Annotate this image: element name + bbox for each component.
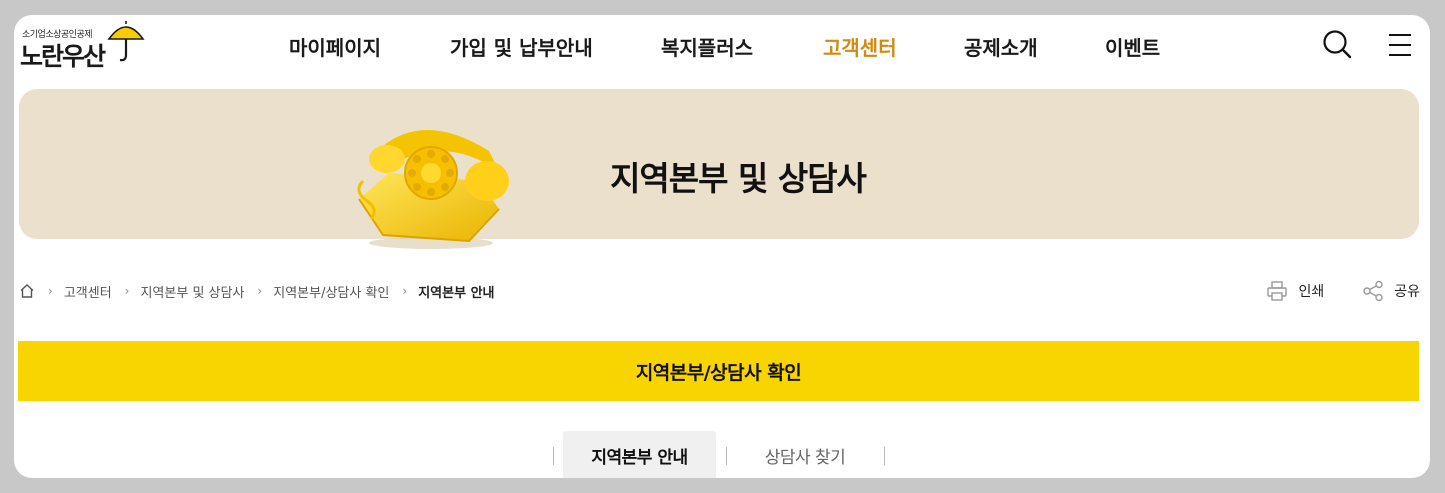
chevron-right-icon: ›: [402, 284, 408, 298]
section-title-bar: 지역본부/상담사 확인: [18, 341, 1419, 401]
chevron-right-icon: ›: [124, 284, 130, 298]
tab-regional-office[interactable]: 지역본부 안내: [563, 431, 716, 478]
nav-about[interactable]: 공제소개: [964, 32, 1038, 61]
browser-frame: 소기업소상공인공제 노란우산 마이페이지 가입 및 납부안내 복지플러스 고객센…: [14, 15, 1430, 478]
menu-button[interactable]: [1382, 27, 1418, 63]
home-icon[interactable]: [19, 283, 35, 299]
nav-customer-center[interactable]: 고객센터: [823, 32, 897, 61]
share-label: 공유: [1394, 284, 1420, 300]
tab-divider: [884, 447, 885, 465]
breadcrumb-current: 지역본부 안내: [418, 285, 495, 301]
nav-welfare-plus[interactable]: 복지플러스: [661, 32, 753, 61]
page-title: 지역본부 및 상담사: [610, 159, 867, 198]
nav-event[interactable]: 이벤트: [1105, 32, 1160, 61]
header-utility: [1320, 27, 1430, 63]
tab-list: 지역본부 안내 상담사 찾기: [553, 431, 885, 478]
logo-name: 노란우산: [20, 42, 106, 71]
share-button[interactable]: 공유: [1362, 280, 1420, 302]
logo[interactable]: 소기업소상공인공제 노란우산: [20, 19, 145, 75]
breadcrumb: › 고객센터 › 지역본부 및 상담사 › 지역본부/상담사 확인 › 지역본부…: [19, 280, 495, 302]
search-button[interactable]: [1320, 27, 1356, 63]
nav-mypage[interactable]: 마이페이지: [289, 32, 381, 61]
breadcrumb-item[interactable]: 지역본부/상담사 확인: [273, 282, 389, 301]
section-title: 지역본부/상담사 확인: [635, 361, 802, 384]
breadcrumb-item[interactable]: 지역본부 및 상담사: [140, 282, 244, 301]
tab-find-counselor[interactable]: 상담사 찾기: [737, 431, 873, 478]
tab-divider: [726, 447, 727, 465]
search-icon: [1323, 30, 1352, 59]
chevron-right-icon: ›: [48, 284, 53, 298]
share-icon: [1363, 280, 1383, 302]
nav-join-payment[interactable]: 가입 및 납부안내: [450, 32, 593, 61]
print-label: 인쇄: [1298, 284, 1325, 300]
page-visual-banner: 지역본부 및 상담사: [19, 89, 1419, 249]
tab-divider: [553, 447, 554, 465]
site-header: 소기업소상공인공제 노란우산 마이페이지 가입 및 납부안내 복지플러스 고객센…: [14, 15, 1430, 85]
print-button[interactable]: 인쇄: [1266, 280, 1324, 302]
hamburger-menu-icon: [1389, 34, 1411, 56]
umbrella-icon: [107, 21, 145, 62]
breadcrumb-item[interactable]: 고객센터: [64, 282, 112, 301]
page-tools: 인쇄 공유: [1228, 277, 1420, 305]
printer-icon: [1267, 281, 1288, 301]
chevron-right-icon: ›: [257, 284, 263, 298]
